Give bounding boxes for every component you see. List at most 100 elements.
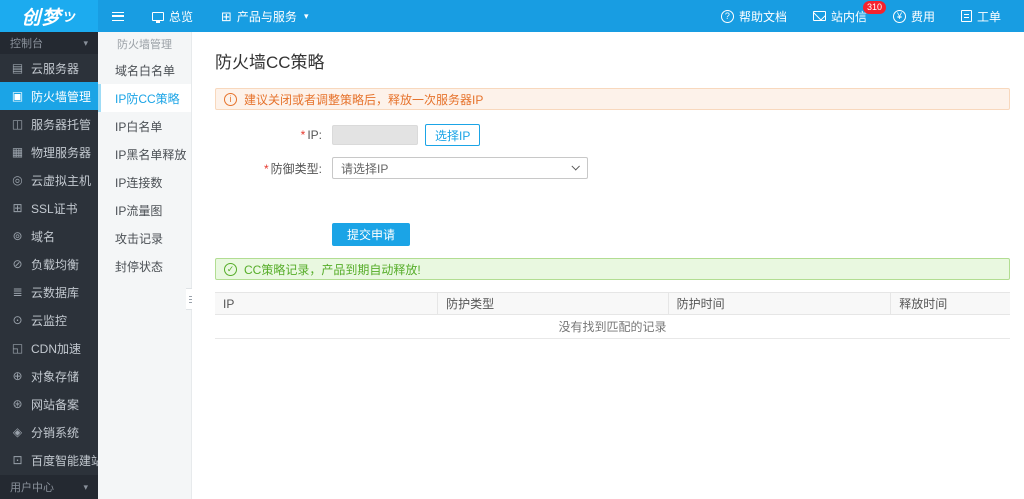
submenu-item-ip-whitelist[interactable]: IP白名单 [98,112,191,140]
sidebar-item-cloud-database[interactable]: ≣ 云数据库 [0,278,98,306]
sidebar-item-ssl-cert[interactable]: ⊞ SSL证书 [0,194,98,222]
submenu-item-ip-connections[interactable]: IP连接数 [98,168,191,196]
success-alert: ✓ CC策略记录，产品到期自动释放! [215,258,1010,280]
submenu-item-ip-traffic-graph[interactable]: IP流量图 [98,196,191,224]
brand-logo[interactable]: 创梦ツ [0,0,98,32]
sidebar-header-console[interactable]: 控制台 ▾ [0,32,98,54]
required-mark: * [301,128,306,142]
console-label: 控制台 [10,35,43,51]
ip-field-label: *IP: [215,128,332,142]
cloud-server-icon: ▤ [11,61,24,75]
sidebar-item-load-balancer[interactable]: ⊘ 负载均衡 [0,250,98,278]
fee-icon: ¥ [893,10,906,23]
sidebar-item-firewall[interactable]: ▣ 防火墙管理 [0,82,98,110]
defense-type-label: *防御类型: [215,160,332,177]
submenu-item-ip-blacklist-release[interactable]: IP黑名单释放 [98,140,191,168]
top-nav: 总览 ⊞ 产品与服务 ▾ [98,0,322,32]
primary-sidebar: 控制台 ▾ ▤ 云服务器 ▣ 防火墙管理 ◫ 服务器托管 ▦ 物理服务器 ◎ 云… [0,32,98,499]
defense-type-select[interactable]: 请选择IP [332,157,588,179]
table-header-row: IP 防护类型 防护时间 释放时间 [215,293,1010,315]
info-icon: i [224,93,237,106]
ticket-button[interactable]: 工单 [948,0,1014,32]
page-title: 防火墙CC策略 [215,48,1010,73]
messages-button[interactable]: 站内信 310 [800,0,880,32]
submenu-item-ip-cc-policy[interactable]: IP防CC策略 [98,84,191,112]
overview-icon [152,12,164,21]
warning-alert: i 建议关闭或者调整策略后，释放一次服务器IP [215,88,1010,110]
topbar-right: ? 帮助文档 站内信 310 ¥ 费用 工单 [708,0,1024,32]
sidebar-footer-user-center[interactable]: 用户中心 ▾ [0,475,98,499]
icp-filing-icon: ⊛ [11,397,24,411]
sidebar-item-label: CDN加速 [31,340,81,357]
nav-overview-label: 总览 [169,8,193,25]
sidebar-item-label: 负载均衡 [31,256,79,273]
sidebar-item-cdn[interactable]: ◱ CDN加速 [0,334,98,362]
user-center-label: 用户中心 [10,479,54,495]
sidebar-item-physical-server[interactable]: ▦ 物理服务器 [0,138,98,166]
sidebar-item-label: 对象存储 [31,368,79,385]
sitebuilder-icon: ⊡ [11,453,24,467]
chevron-down-icon [571,162,579,170]
required-mark: * [264,162,269,176]
cloud-monitor-icon: ⊙ [11,313,24,327]
sidebar-item-virtual-host[interactable]: ◎ 云虚拟主机 [0,166,98,194]
products-grid-icon: ⊞ [221,10,232,23]
virtual-host-icon: ◎ [11,173,24,187]
sidebar-item-label: 物理服务器 [31,144,91,161]
chevron-down-icon: ▾ [83,482,88,493]
mail-icon [813,11,826,21]
submenu-item-ban-status[interactable]: 封停状态 [98,252,191,280]
billing-label: 费用 [911,8,935,25]
sidebar-item-cloud-monitor[interactable]: ⊙ 云监控 [0,306,98,334]
cloud-database-icon: ≣ [11,285,24,299]
submenu-item-attack-records[interactable]: 攻击记录 [98,224,191,252]
sidebar-item-server-hosting[interactable]: ◫ 服务器托管 [0,110,98,138]
help-icon: ? [721,10,734,23]
collapse-menu-button[interactable] [98,0,138,32]
chevron-down-icon: ▾ [83,38,88,49]
sidebar-item-label: 域名 [31,228,55,245]
sidebar-item-distribution[interactable]: ◈ 分销系统 [0,418,98,446]
nav-products-label: 产品与服务 [237,8,297,25]
billing-button[interactable]: ¥ 费用 [880,0,948,32]
server-hosting-icon: ◫ [11,117,24,131]
sidebar-item-object-storage[interactable]: ⊕ 对象存储 [0,362,98,390]
physical-server-icon: ▦ [11,145,24,159]
sidebar-item-cloud-server[interactable]: ▤ 云服务器 [0,54,98,82]
object-storage-icon: ⊕ [11,369,24,383]
ip-input[interactable] [332,125,418,145]
sidebar-item-label: 云数据库 [31,284,79,301]
col-protect-type: 防护类型 [438,293,669,315]
warning-text: 建议关闭或者调整策略后，释放一次服务器IP [244,91,483,108]
select-ip-button[interactable]: 选择IP [425,124,480,146]
sidebar-item-icp-filing[interactable]: ⊛ 网站备案 [0,390,98,418]
brand-logo-swirl: ツ [61,5,79,26]
topbar: 创梦ツ 总览 ⊞ 产品与服务 ▾ ? 帮助文档 站内信 310 ¥ 费用 [0,0,1024,32]
sidebar-item-label: SSL证书 [31,200,78,217]
ticket-icon [961,10,972,22]
nav-products[interactable]: ⊞ 产品与服务 ▾ [207,0,322,32]
sidebar-item-domain[interactable]: ⊚ 域名 [0,222,98,250]
empty-state-text: 没有找到匹配的记录 [215,315,1010,339]
records-table: IP 防护类型 防护时间 释放时间 没有找到匹配的记录 [215,292,1010,339]
submenu-header: 防火墙管理 [98,32,191,56]
sidebar-item-label: 云虚拟主机 [31,172,91,189]
col-protect-time: 防护时间 [668,293,891,315]
hamburger-icon [112,12,124,21]
nav-overview[interactable]: 总览 [138,0,207,32]
help-docs-button[interactable]: ? 帮助文档 [708,0,800,32]
submit-button[interactable]: 提交申请 [332,223,410,246]
sidebar-item-label: 防火墙管理 [31,88,91,105]
sidebar-item-label: 云服务器 [31,60,79,77]
col-release-time: 释放时间 [891,293,1010,315]
check-icon: ✓ [224,263,237,276]
form-row-defense-type: *防御类型: 请选择IP [215,157,1010,179]
brand-logo-text: 创梦 [21,3,61,30]
cdn-icon: ◱ [11,341,24,355]
ticket-label: 工单 [977,8,1001,25]
main-content: 防火墙CC策略 i 建议关闭或者调整策略后，释放一次服务器IP *IP: 选择I… [192,32,1024,499]
submenu-item-domain-whitelist[interactable]: 域名白名单 [98,56,191,84]
success-text: CC策略记录，产品到期自动释放! [244,261,421,278]
sidebar-item-baidu-sitebuilder[interactable]: ⊡ 百度智能建站 [0,446,98,474]
secondary-sidebar: 防火墙管理 域名白名单 IP防CC策略 IP白名单 IP黑名单释放 IP连接数 … [98,32,192,499]
